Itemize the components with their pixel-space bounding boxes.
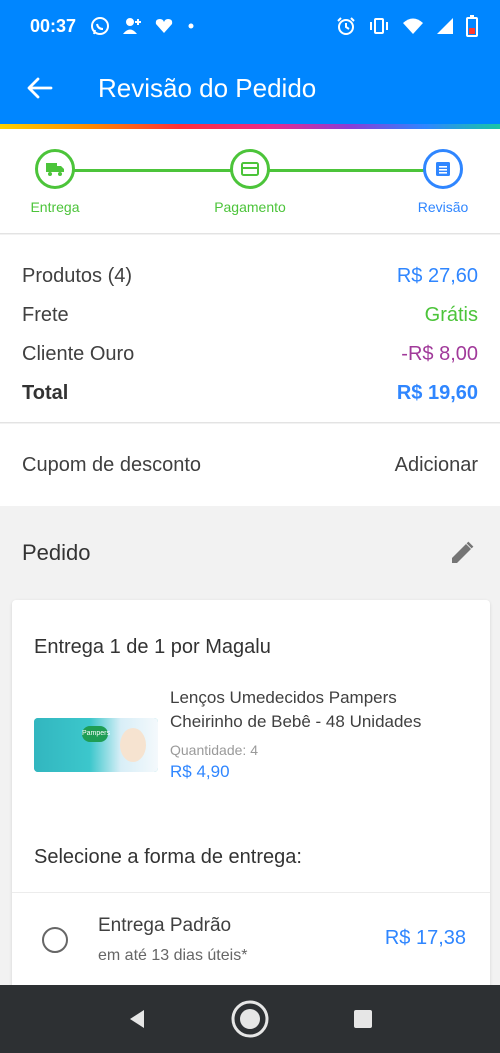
battery-icon: [466, 15, 478, 37]
step-entrega-label: Entrega: [30, 199, 80, 215]
truck-icon: [46, 163, 64, 176]
pencil-icon: [452, 541, 474, 563]
recents-square-icon: [354, 1010, 373, 1028]
products-label: Produtos (4): [22, 265, 133, 287]
status-left-icons: [90, 16, 196, 36]
vibrate-icon: [370, 18, 388, 34]
order-section-title: Pedido: [22, 540, 91, 565]
back-triangle-icon: [129, 1010, 144, 1028]
step-entrega[interactable]: Entrega: [0, 149, 115, 215]
product-price: R$ 4,90: [170, 762, 230, 781]
edit-order-button[interactable]: [446, 537, 478, 569]
select-delivery-title: Selecione a forma de entrega:: [34, 846, 302, 868]
alarm-icon: [337, 17, 355, 35]
order-summary: Produtos (4) R$ 27,60 Frete Grátis Clien…: [0, 235, 500, 423]
heart-icon: [155, 19, 173, 33]
status-time: 00:37: [30, 15, 77, 36]
summary-row-shipping: Frete Grátis: [22, 296, 478, 335]
quantity-label: Quantidade:: [170, 742, 247, 758]
delivery-option-name: Entrega Padrão: [98, 915, 232, 936]
list-icon: [436, 162, 450, 176]
shipping-value: Grátis: [424, 304, 478, 326]
shipment-card: Entrega 1 de 1 por Magalu Pampers Lenços…: [12, 600, 490, 990]
home-circle-icon: [231, 1000, 269, 1038]
summary-row-products: Produtos (4) R$ 27,60: [22, 257, 478, 296]
step-pagamento-circle: [230, 149, 270, 189]
back-button[interactable]: [18, 66, 62, 110]
product-info: Lenços Umedecidos Pampers Cheirinho de B…: [170, 686, 470, 782]
arrow-left-icon: [27, 77, 53, 99]
status-right-icons: [336, 15, 478, 37]
checkout-stepper: Entrega Pagamento Revisão: [0, 129, 500, 234]
wifi-icon: [403, 18, 423, 34]
nav-back-button[interactable]: [113, 995, 161, 1043]
step-pagamento[interactable]: Pagamento: [190, 149, 310, 215]
add-coupon-button[interactable]: Adicionar: [395, 454, 478, 477]
step-revisao[interactable]: Revisão: [383, 149, 500, 215]
step-entrega-circle: [35, 149, 75, 189]
card-icon: [241, 162, 259, 176]
gold-discount-value: -R$ 8,00: [401, 343, 478, 365]
baby-face-graphic: [120, 728, 146, 762]
step-revisao-label: Revisão: [417, 199, 469, 215]
delivery-option-standard[interactable]: Entrega Padrão em até 13 dias úteis* R$ …: [12, 893, 490, 990]
total-label: Total: [22, 382, 69, 404]
shipping-label: Frete: [22, 304, 69, 326]
nav-home-button[interactable]: [226, 995, 274, 1043]
system-nav-bar: [0, 985, 500, 1053]
app-bar: Revisão do Pedido: [0, 52, 500, 124]
summary-row-gold-discount: Cliente Ouro -R$ 8,00: [22, 335, 478, 374]
total-value: R$ 19,60: [396, 382, 478, 404]
dot-icon: [188, 23, 194, 29]
contacts-icon: [123, 18, 142, 34]
products-value: R$ 27,60: [396, 265, 478, 287]
product-quantity: Quantidade: 4: [170, 742, 470, 758]
pampers-logo: Pampers: [82, 726, 110, 742]
delivery-option-eta: em até 13 dias úteis*: [98, 947, 248, 964]
delivery-option-price: R$ 17,38: [384, 927, 466, 949]
coupon-label: Cupom de desconto: [22, 453, 202, 476]
delivery-option-radio[interactable]: [42, 927, 68, 953]
shipment-title: Entrega 1 de 1 por Magalu: [34, 636, 271, 658]
product-name[interactable]: Lenços Umedecidos Pampers Cheirinho de B…: [170, 686, 470, 734]
nav-recents-button[interactable]: [339, 995, 387, 1043]
summary-row-total: Total R$ 19,60: [22, 374, 478, 413]
order-section-header: Pedido: [0, 506, 500, 600]
gold-discount-label: Cliente Ouro: [22, 343, 135, 365]
whatsapp-icon: [91, 17, 110, 35]
status-bar: 00:37: [0, 0, 500, 52]
step-pagamento-label: Pagamento: [214, 199, 286, 215]
signal-icon: [437, 18, 453, 34]
coupon-row[interactable]: Cupom de desconto Adicionar: [0, 424, 500, 506]
step-revisao-circle: [423, 149, 463, 189]
page-title: Revisão do Pedido: [98, 72, 317, 103]
quantity-value: 4: [250, 742, 258, 758]
product-image[interactable]: Pampers: [34, 718, 158, 772]
